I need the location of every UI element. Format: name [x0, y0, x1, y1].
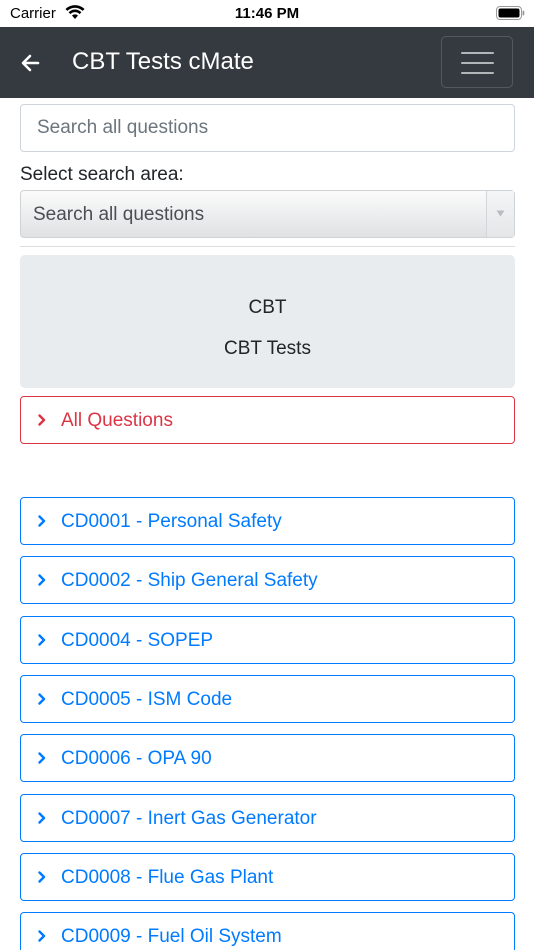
chevron-right-icon	[38, 515, 46, 527]
module-item[interactable]: CD0008 - Flue Gas Plant	[20, 853, 515, 901]
select-caret[interactable]	[486, 191, 514, 237]
module-label: CD0006 - OPA 90	[61, 748, 212, 769]
chevron-right-icon	[38, 930, 46, 942]
category-title: CBT Tests	[224, 338, 311, 359]
caret-down-icon	[496, 210, 505, 217]
module-item[interactable]: CD0002 - Ship General Safety	[20, 556, 515, 604]
module-label: CD0001 - Personal Safety	[61, 511, 282, 532]
chevron-right-icon	[38, 871, 46, 883]
module-item[interactable]: CD0001 - Personal Safety	[20, 497, 515, 545]
status-bar: Carrier 11:46 PM	[0, 0, 534, 27]
hamburger-menu-icon	[461, 52, 494, 54]
battery-icon	[496, 6, 525, 20]
module-label: CD0002 - Ship General Safety	[61, 570, 318, 591]
arrow-left-icon[interactable]	[18, 51, 42, 75]
module-label: CD0009 - Fuel Oil System	[61, 926, 282, 947]
all-questions-button[interactable]: All Questions	[20, 396, 515, 444]
all-questions-label: All Questions	[61, 410, 173, 431]
menu-toggle-button[interactable]	[441, 36, 513, 88]
module-item[interactable]: CD0009 - Fuel Oil System	[20, 912, 515, 950]
navbar: CBT Tests cMate	[0, 27, 534, 98]
hamburger-menu-icon	[461, 72, 494, 74]
search-area-label: Select search area:	[20, 164, 184, 185]
chevron-right-icon	[38, 574, 46, 586]
chevron-right-icon	[38, 693, 46, 705]
chevron-right-icon	[38, 414, 46, 426]
chevron-right-icon	[38, 812, 46, 824]
app-title: CBT Tests cMate	[72, 48, 254, 75]
module-item[interactable]: CD0005 - ISM Code	[20, 675, 515, 723]
divider	[20, 246, 515, 247]
search-area-select[interactable]: Search all questions	[20, 190, 515, 238]
chevron-right-icon	[38, 634, 46, 646]
module-label: CD0007 - Inert Gas Generator	[61, 808, 317, 829]
module-label: CD0005 - ISM Code	[61, 689, 233, 710]
search-input[interactable]	[20, 104, 515, 152]
category-code: CBT	[248, 297, 287, 318]
module-item[interactable]: CD0007 - Inert Gas Generator	[20, 794, 515, 842]
clock: 11:46 PM	[234, 5, 300, 22]
module-item[interactable]: CD0004 - SOPEP	[20, 616, 515, 664]
category-header: CBT CBT Tests	[20, 255, 515, 388]
module-label: CD0008 - Flue Gas Plant	[61, 867, 274, 888]
module-item[interactable]: CD0006 - OPA 90	[20, 734, 515, 782]
hamburger-menu-icon	[461, 62, 494, 64]
chevron-right-icon	[38, 752, 46, 764]
search-area-selected: Search all questions	[33, 204, 205, 225]
module-label: CD0004 - SOPEP	[61, 630, 214, 651]
